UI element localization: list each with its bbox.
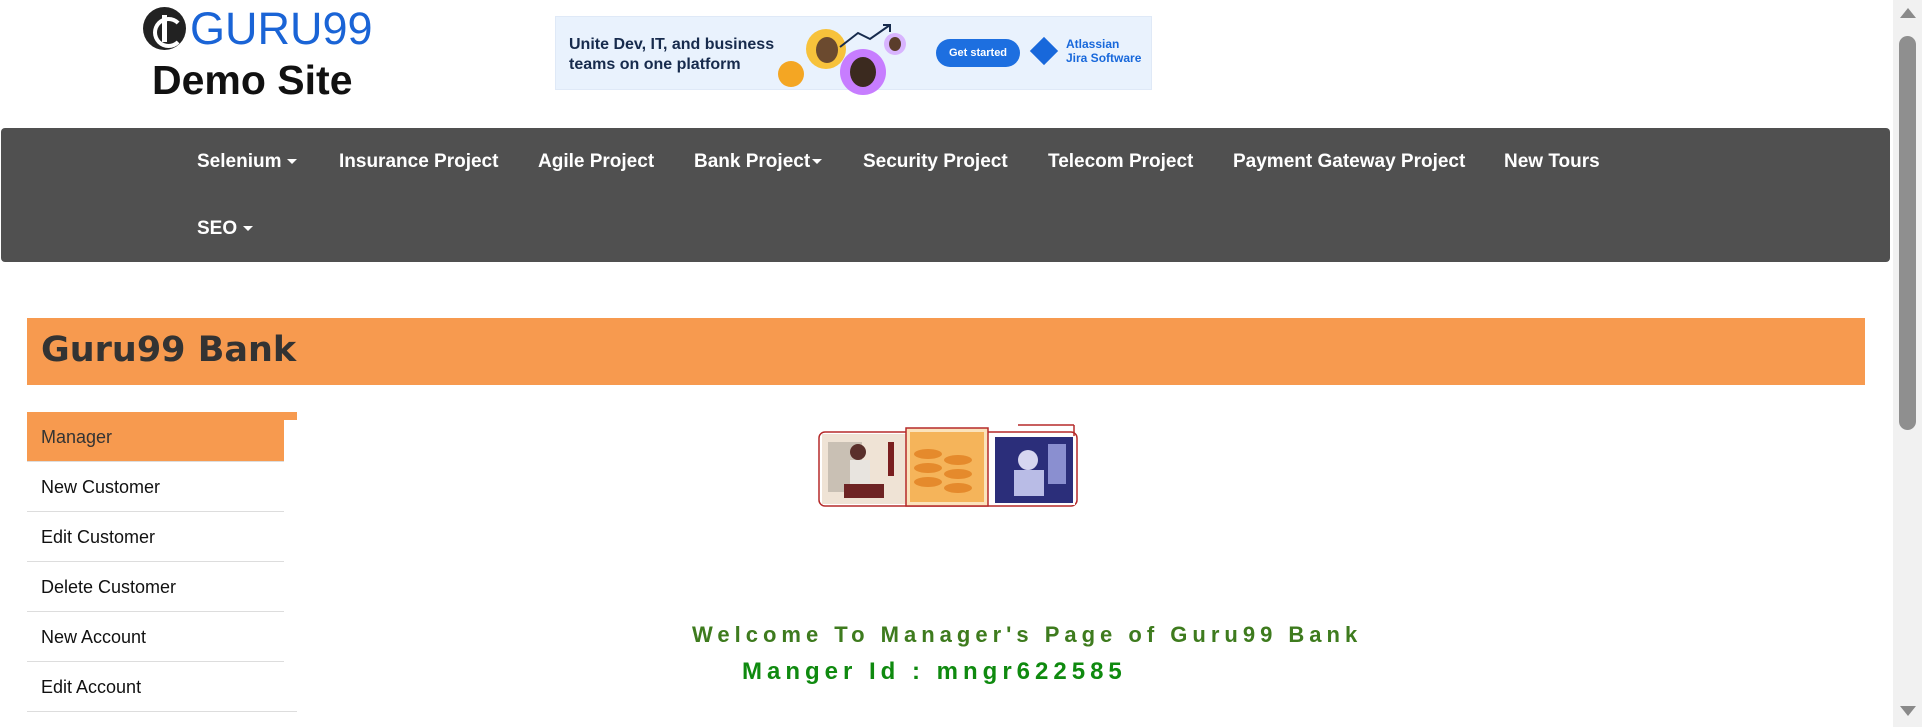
caret-down-icon <box>243 226 254 232</box>
brand-line-1: Atlassian <box>1066 37 1120 51</box>
scroll-up-arrow-icon[interactable] <box>1900 8 1916 18</box>
ad-text-line-2: teams on one platform <box>569 56 741 73</box>
scroll-thumb[interactable] <box>1899 36 1916 430</box>
trend-arrow-icon <box>839 24 891 48</box>
sidebar-item-edit-customer[interactable]: Edit Customer <box>27 512 284 562</box>
guru99-logo-icon <box>143 7 186 50</box>
nav-label: Bank Project <box>694 151 811 172</box>
ad-people-illustration <box>778 21 908 95</box>
atlassian-jira-brand: Atlassian Jira Software <box>1029 36 1142 66</box>
nav-label: Insurance Project <box>339 151 499 172</box>
nav-item-agile-project[interactable]: Agile Project <box>538 151 654 173</box>
sidebar-item-new-account[interactable]: New Account <box>27 612 284 662</box>
bank-title-bar: Guru99 Bank <box>27 318 1865 385</box>
logo-text: GURU99 <box>190 3 373 54</box>
sidebar-item-delete-customer[interactable]: Delete Customer <box>27 562 284 612</box>
jira-logo-icon <box>1029 36 1059 66</box>
nav-label: Agile Project <box>538 151 655 172</box>
site-logo[interactable]: GURU99 Demo Site <box>143 6 373 103</box>
welcome-message: Welcome To Manager's Page of Guru99 Bank <box>692 622 1363 647</box>
nav-item-telecom-project[interactable]: Telecom Project <box>1048 151 1193 173</box>
nav-label: SEO <box>197 218 238 239</box>
caret-down-icon <box>287 159 298 165</box>
brand-line-2: Jira Software <box>1066 51 1142 65</box>
sidebar-item-edit-account[interactable]: Edit Account <box>27 662 284 712</box>
nav-label: Selenium <box>197 151 282 172</box>
vertical-scrollbar[interactable] <box>1893 0 1922 727</box>
nav-item-seo[interactable]: SEO <box>197 218 254 240</box>
bank-title: Guru99 Bank <box>41 330 297 370</box>
nav-item-payment-gateway-project[interactable]: Payment Gateway Project <box>1233 151 1465 173</box>
sidebar-menu: Manager New Customer Edit Customer Delet… <box>27 412 297 712</box>
ad-text-line-1: Unite Dev, IT, and business <box>569 36 775 53</box>
demo-site-title: Demo Site <box>152 57 353 103</box>
nav-label: Payment Gateway Project <box>1233 151 1466 172</box>
nav-item-bank-project[interactable]: Bank Project <box>694 151 823 173</box>
ad-text: Unite Dev, IT, and business teams on one… <box>569 35 774 75</box>
main-navbar: Selenium Insurance Project Agile Project… <box>1 128 1890 262</box>
scroll-down-arrow-icon[interactable] <box>1900 706 1916 716</box>
sidebar-item-manager[interactable]: Manager <box>27 412 284 462</box>
nav-item-selenium[interactable]: Selenium <box>197 151 298 173</box>
nav-label: Telecom Project <box>1048 151 1194 172</box>
ad-get-started-button[interactable]: Get started <box>936 39 1020 67</box>
nav-item-security-project[interactable]: Security Project <box>863 151 1008 173</box>
nav-item-new-tours[interactable]: New Tours <box>1504 151 1600 173</box>
bank-banner-image <box>818 424 1078 508</box>
nav-label: Security Project <box>863 151 1008 172</box>
ad-banner[interactable]: Unite Dev, IT, and business teams on one… <box>555 16 1152 95</box>
caret-down-icon <box>812 159 823 165</box>
nav-item-insurance-project[interactable]: Insurance Project <box>339 151 498 173</box>
sidebar-item-new-customer[interactable]: New Customer <box>27 462 284 512</box>
divider <box>27 711 297 712</box>
bank-banner-graphic <box>818 424 1078 507</box>
manager-id-text: Manger Id : mngr622585 <box>742 658 1127 685</box>
page: GURU99 Demo Site Unite Dev, IT, and busi… <box>0 0 1922 727</box>
nav-label: New Tours <box>1504 151 1600 172</box>
